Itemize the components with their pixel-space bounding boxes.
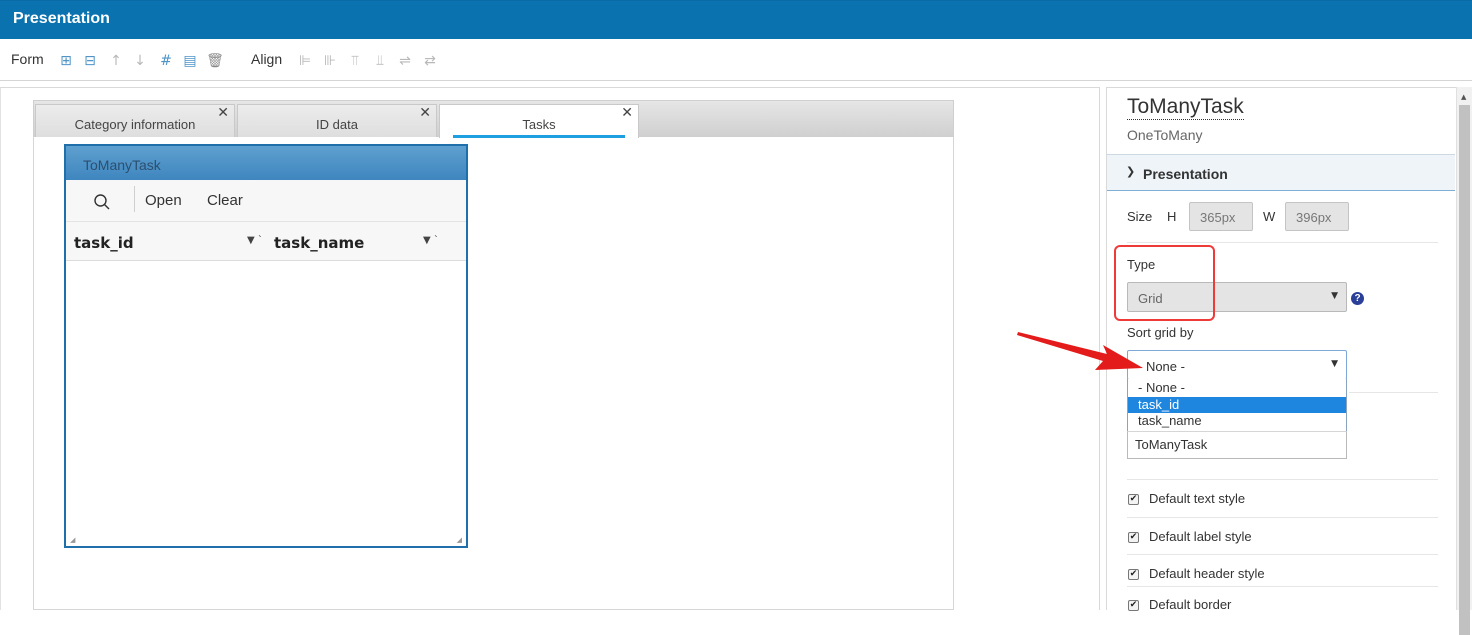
close-icon[interactable]: ✕ xyxy=(217,105,229,121)
search-icon[interactable] xyxy=(93,193,111,211)
dropdown-arrow-icon: ▼ xyxy=(1331,359,1338,369)
active-tab-indicator xyxy=(453,135,625,138)
sort-select[interactable]: - None - ▼ xyxy=(1127,350,1347,380)
column-menu-icon[interactable]: ▼ ˋ xyxy=(247,235,263,246)
align-bottom-icon[interactable]: ⫫ xyxy=(371,52,389,70)
column-menu-icon[interactable]: ▼ ˋ xyxy=(423,235,439,246)
default-border-checkbox[interactable]: ✔ xyxy=(1128,600,1139,611)
move-down-icon[interactable]: ↓ xyxy=(131,52,149,70)
width-field[interactable]: 396px xyxy=(1285,202,1349,231)
grid-header: ToManyTask xyxy=(66,146,466,180)
width-label: W xyxy=(1263,209,1276,224)
divider xyxy=(1127,242,1438,243)
tab-category-information[interactable]: Category information ✕ xyxy=(35,104,235,137)
align-label: Align xyxy=(251,51,283,67)
toolbar: Form ⊞ ⊟ ↑ ↓ # ▤ 🗑 Align ⊫ ⊪ ⫪ ⫫ ⇌ ⇄ xyxy=(0,39,1472,81)
default-label-style-checkbox[interactable]: ✔ xyxy=(1128,532,1139,543)
grid-icon[interactable]: # xyxy=(157,52,175,70)
resize-right-icon[interactable]: ◢ xyxy=(457,536,462,544)
scroll-up-icon[interactable]: ▲ xyxy=(1461,93,1466,101)
height-field[interactable]: 365px xyxy=(1189,202,1253,231)
divider xyxy=(1127,586,1438,587)
distribute-horizontal-icon[interactable]: ⇄ xyxy=(421,52,439,70)
resize-left-icon[interactable]: ◢ xyxy=(70,536,75,544)
dropdown-arrow-icon: ▼ xyxy=(1331,291,1338,301)
checkbox-label: Default label style xyxy=(1149,529,1252,544)
size-label: Size xyxy=(1127,209,1153,224)
sort-option-task-name[interactable]: task_name xyxy=(1128,413,1346,429)
form-label: Form xyxy=(11,51,44,67)
default-header-style-checkbox[interactable]: ✔ xyxy=(1128,569,1139,580)
sort-select-value: - None - xyxy=(1138,359,1185,374)
column-header-task-id[interactable]: task_id xyxy=(74,234,134,252)
help-icon[interactable]: ? xyxy=(1351,292,1364,305)
grid-title: ToManyTask xyxy=(83,157,161,173)
document-icon[interactable]: ▤ xyxy=(181,52,199,70)
close-icon[interactable]: ✕ xyxy=(419,105,431,121)
highlight-box xyxy=(1114,245,1215,321)
chevron-down-icon: ❯ xyxy=(1126,165,1136,178)
add-field-below-icon[interactable]: ⊟ xyxy=(81,52,99,70)
grid-component[interactable]: ToManyTask Open Clear task_id ▼ ˋ task_n… xyxy=(64,144,468,548)
checkbox-label: Default header style xyxy=(1149,566,1265,581)
scrollbar-thumb[interactable] xyxy=(1459,105,1470,635)
align-left-icon[interactable]: ⊫ xyxy=(296,52,314,70)
divider xyxy=(1127,479,1438,480)
align-top-icon[interactable]: ⫪ xyxy=(346,52,364,70)
tab-label: Tasks xyxy=(522,117,556,132)
move-up-icon[interactable]: ↑ xyxy=(107,52,125,70)
divider xyxy=(1127,517,1438,518)
align-right-icon[interactable]: ⊪ xyxy=(321,52,339,70)
distribute-vertical-icon[interactable]: ⇌ xyxy=(396,52,414,70)
divider xyxy=(1127,554,1438,555)
tab-label: ID data xyxy=(316,117,358,132)
section-presentation[interactable]: ❯ Presentation xyxy=(1107,154,1455,191)
height-label: H xyxy=(1167,209,1177,224)
grid-toolbar: Open Clear xyxy=(66,180,466,222)
panel-scrollbar[interactable]: ▲ xyxy=(1456,87,1472,635)
tab-id-data[interactable]: ID data ✕ xyxy=(237,104,437,137)
tab-tasks[interactable]: Tasks ✕ xyxy=(439,104,639,138)
panel-subtitle: OneToMany xyxy=(1127,127,1203,143)
title-bar: Presentation xyxy=(0,0,1472,39)
toolbar-separator xyxy=(134,186,135,212)
add-field-above-icon[interactable]: ⊞ xyxy=(57,52,75,70)
sort-option-none[interactable]: - None - xyxy=(1128,380,1346,396)
close-icon[interactable]: ✕ xyxy=(621,105,633,121)
annotation-arrow-icon xyxy=(1017,332,1143,370)
clear-button[interactable]: Clear xyxy=(207,192,243,209)
grid-column-headers: task_id ▼ ˋ task_name ▼ ˋ xyxy=(66,222,466,261)
trash-icon[interactable]: 🗑 xyxy=(206,52,224,70)
panel-title[interactable]: ToManyTask xyxy=(1127,95,1244,120)
window-title: Presentation xyxy=(13,10,110,27)
default-text-style-checkbox[interactable]: ✔ xyxy=(1128,494,1139,505)
sort-option-task-id[interactable]: task_id xyxy=(1128,397,1346,413)
column-header-task-name[interactable]: task_name xyxy=(274,234,364,252)
section-title: Presentation xyxy=(1143,166,1228,182)
sort-dropdown-list: - None - task_id task_name xyxy=(1127,379,1347,432)
divider xyxy=(1349,392,1438,393)
checkbox-label: Default text style xyxy=(1149,491,1246,506)
open-button[interactable]: Open xyxy=(145,192,182,209)
relation-field[interactable]: ToManyTask xyxy=(1127,431,1347,459)
tab-label: Category information xyxy=(74,117,196,132)
